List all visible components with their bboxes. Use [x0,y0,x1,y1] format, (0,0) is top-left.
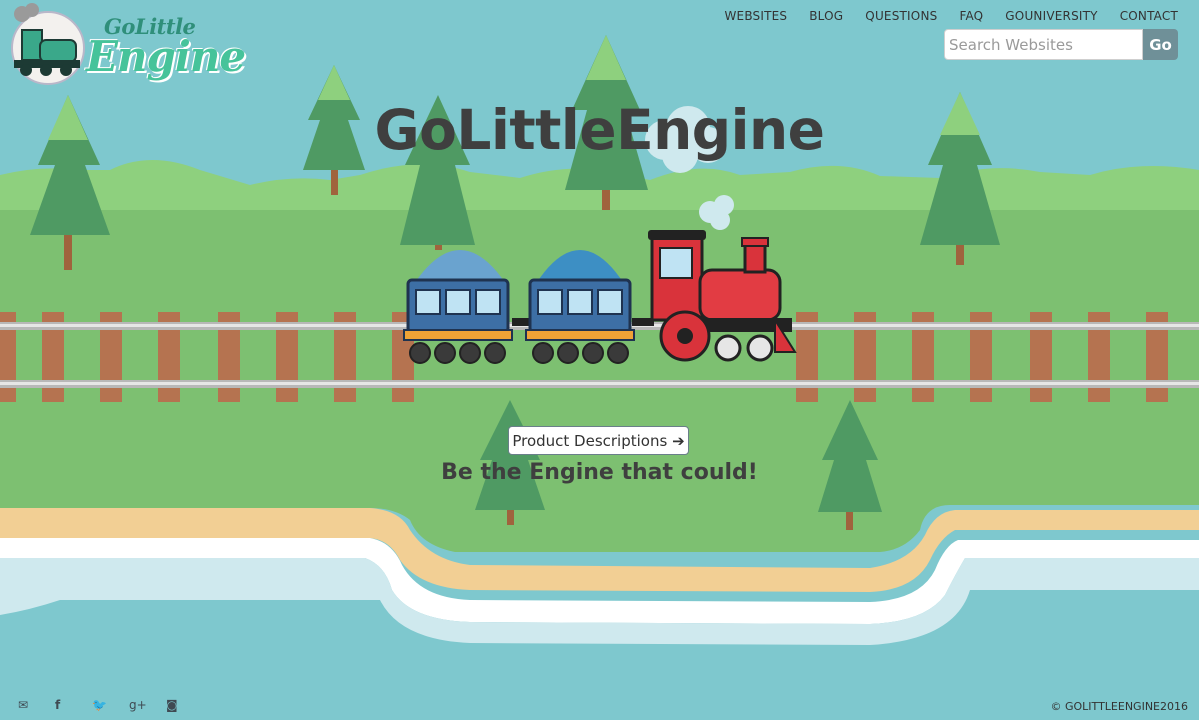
arrow-right-icon: ➔ [672,431,685,450]
hero-title: GoLittleEngine [374,98,825,162]
google-plus-icon[interactable]: g+ [129,698,166,712]
nav-websites[interactable]: WEBSITES [724,9,787,23]
nav-contact[interactable]: CONTACT [1120,9,1178,23]
envelope-icon[interactable]: ✉ [18,698,55,712]
search-go-button[interactable]: Go [1143,29,1178,60]
facebook-icon[interactable]: f [55,698,92,712]
instagram-icon[interactable]: ◙ [166,698,203,712]
product-descriptions-button[interactable]: Product Descriptions ➔ [508,426,689,455]
twitter-icon[interactable]: 🐦 [92,698,129,712]
main-nav: WEBSITES BLOG QUESTIONS FAQ GOUNIVERSITY… [702,9,1178,23]
social-links: ✉ f 🐦 g+ ◙ [18,698,203,712]
nav-questions[interactable]: QUESTIONS [865,9,937,23]
nav-blog[interactable]: BLOG [809,9,843,23]
logo-text-engine: Engine [86,32,246,81]
cta-label: Product Descriptions [512,431,668,450]
search-input[interactable] [944,29,1143,60]
nav-faq[interactable]: FAQ [959,9,983,23]
search-form: Go [944,29,1178,60]
site-logo[interactable]: GoLittle Engine [12,8,246,88]
nav-gouniversity[interactable]: GOUNIVERSITY [1005,9,1097,23]
copyright: © GOLITTLEENGINE2016 [1050,700,1189,713]
hero-tagline: Be the Engine that could! [441,460,758,485]
